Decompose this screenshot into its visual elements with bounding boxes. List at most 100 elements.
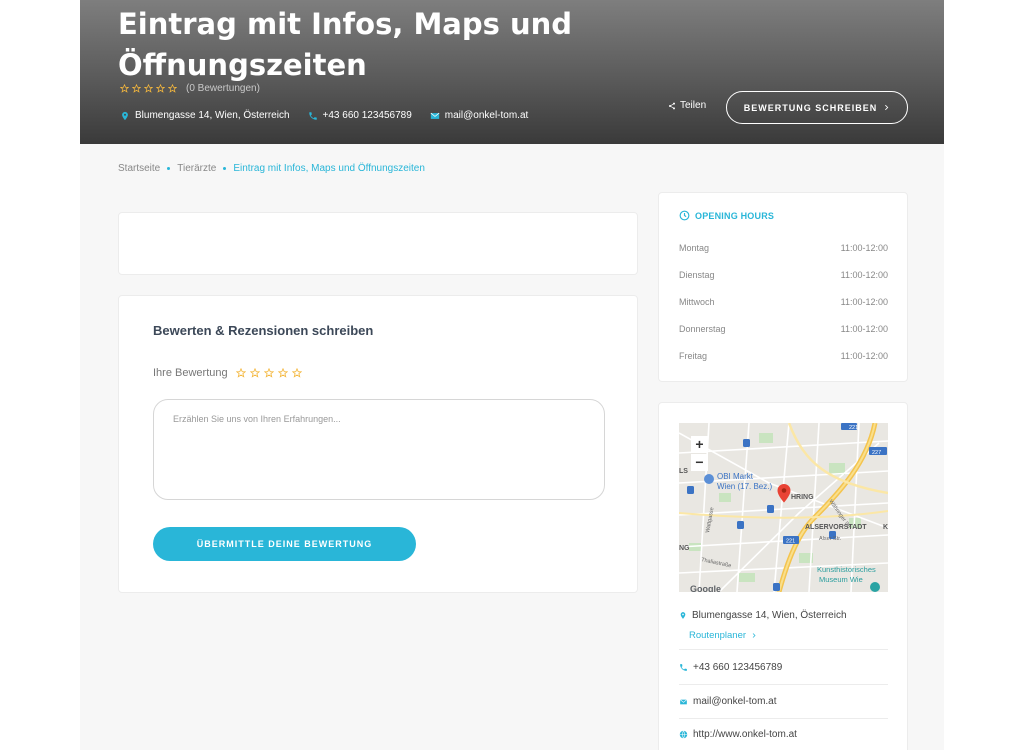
hours-row: Mittwoch 11:00-12:00 bbox=[679, 297, 888, 307]
clock-icon bbox=[679, 210, 690, 221]
hero-email-text: mail@onkel-tom.at bbox=[444, 110, 529, 121]
hours-day: Freitag bbox=[679, 351, 708, 361]
map-pin-icon bbox=[680, 612, 686, 619]
rating-count: (0 Bewertungen) bbox=[186, 83, 260, 94]
sidebar-email[interactable]: mail@onkel-tom.at bbox=[679, 696, 777, 707]
globe-icon bbox=[679, 730, 688, 739]
google-logo: Google bbox=[690, 584, 721, 592]
hours-day: Mittwoch bbox=[679, 297, 715, 307]
review-form-card: Bewerten & Rezensionen schreiben Ihre Be… bbox=[118, 295, 638, 593]
hero-email[interactable]: mail@onkel-tom.at bbox=[430, 110, 529, 121]
hours-time: 11:00-12:00 bbox=[840, 351, 888, 361]
map-label: HRING bbox=[791, 494, 814, 501]
hero-phone[interactable]: +43 660 123456789 bbox=[308, 110, 412, 121]
opening-hours-title: OPENING HOURS bbox=[695, 210, 775, 221]
page-title: Eintrag mit Infos, Maps und Öffnungszeit… bbox=[118, 7, 573, 82]
map-label: Wien (17. Bez.) bbox=[717, 482, 772, 491]
divider bbox=[679, 718, 888, 719]
map-zoom-out-button[interactable]: − bbox=[691, 454, 708, 471]
review-form-title: Bewerten & Rezensionen schreiben bbox=[153, 323, 374, 338]
write-review-button[interactable]: BEWERTUNG SCHREIBEN bbox=[726, 91, 908, 124]
sidebar-phone[interactable]: +43 660 123456789 bbox=[679, 662, 782, 673]
hours-row: Montag 11:00-12:00 bbox=[679, 243, 888, 253]
star-outline-icon bbox=[144, 84, 153, 93]
breadcrumb-home[interactable]: Startseite bbox=[118, 163, 160, 174]
star-rating-3-icon[interactable] bbox=[263, 368, 274, 378]
map-zoom-in-button[interactable]: + bbox=[691, 436, 708, 453]
map-label: Alser Str. bbox=[819, 536, 842, 542]
star-outline-icon bbox=[120, 84, 129, 93]
page-container: Eintrag mit Infos, Maps und Öffnungszeit… bbox=[80, 0, 944, 750]
map-label: K bbox=[883, 524, 888, 531]
breadcrumb-category[interactable]: Tierärzte bbox=[177, 163, 216, 174]
hours-time: 11:00-12:00 bbox=[840, 324, 888, 334]
map-label: LS bbox=[679, 468, 688, 475]
map-widget[interactable]: 221 227 221 OBI Markt Wien (17. Bez.) HR… bbox=[679, 423, 888, 592]
map-contact-card: 221 227 221 OBI Markt Wien (17. Bez.) HR… bbox=[658, 402, 908, 750]
star-rating-2-icon[interactable] bbox=[249, 368, 260, 378]
breadcrumb-separator bbox=[167, 167, 171, 170]
write-review-label: BEWERTUNG SCHREIBEN bbox=[743, 102, 878, 113]
submit-review-button[interactable]: ÜBERMITTLE DEINE BEWERTUNG bbox=[153, 527, 416, 561]
share-button[interactable]: Teilen bbox=[668, 100, 706, 111]
phone-icon bbox=[308, 111, 317, 120]
hero-phone-text: +43 660 123456789 bbox=[322, 110, 412, 121]
route-shield-label: 221 bbox=[786, 539, 795, 545]
hours-time: 11:00-12:00 bbox=[840, 270, 888, 280]
content-card bbox=[118, 212, 638, 275]
hours-day: Dienstag bbox=[679, 270, 715, 280]
sidebar-address-text: Blumengasse 14, Wien, Österreich bbox=[692, 610, 847, 621]
chevron-right-icon bbox=[752, 633, 756, 638]
star-rating-4-icon[interactable] bbox=[277, 368, 288, 378]
envelope-icon bbox=[679, 698, 688, 704]
hours-row: Freitag 11:00-12:00 bbox=[679, 351, 888, 361]
envelope-icon bbox=[430, 112, 440, 119]
hero-address-text: Blumengasse 14, Wien, Österreich bbox=[135, 110, 290, 121]
share-label: Teilen bbox=[680, 100, 707, 111]
breadcrumb-separator bbox=[223, 167, 227, 170]
chevron-right-icon bbox=[885, 104, 889, 111]
rating-input-label: Ihre Bewertung bbox=[153, 367, 228, 379]
breadcrumb: Startseite Tierärzte Eintrag mit Infos, … bbox=[118, 163, 425, 174]
hours-time: 11:00-12:00 bbox=[840, 297, 888, 307]
map-canvas: 221 227 221 OBI Markt Wien (17. Bez.) HR… bbox=[679, 423, 888, 592]
sidebar-email-text: mail@onkel-tom.at bbox=[693, 696, 777, 707]
phone-icon bbox=[680, 664, 687, 671]
map-label: Kunsthistorisches bbox=[817, 565, 876, 574]
listing-hero: Eintrag mit Infos, Maps und Öffnungszeit… bbox=[80, 0, 944, 144]
map-label: Museum Wie bbox=[819, 575, 863, 584]
sidebar-website[interactable]: http://www.onkel-tom.at bbox=[679, 729, 797, 740]
hours-row: Dienstag 11:00-12:00 bbox=[679, 270, 888, 280]
sidebar-website-text: http://www.onkel-tom.at bbox=[693, 729, 797, 740]
divider bbox=[679, 649, 888, 650]
route-planner-label: Routenplaner bbox=[689, 630, 747, 641]
hours-day: Montag bbox=[679, 243, 710, 253]
route-shield-label: 227 bbox=[872, 450, 881, 456]
map-pin-icon bbox=[122, 111, 128, 120]
sidebar-address: Blumengasse 14, Wien, Österreich bbox=[679, 610, 847, 621]
hours-day: Donnerstag bbox=[679, 324, 726, 334]
star-rating-5-icon[interactable] bbox=[291, 368, 302, 378]
hours-row: Donnerstag 11:00-12:00 bbox=[679, 324, 888, 334]
star-rating-1-icon[interactable] bbox=[235, 368, 246, 378]
star-outline-icon bbox=[132, 84, 141, 93]
sidebar-phone-text: +43 660 123456789 bbox=[693, 662, 783, 673]
hero-address[interactable]: Blumengasse 14, Wien, Österreich bbox=[120, 110, 290, 121]
map-label: ALSERVORSTADT bbox=[805, 524, 867, 531]
review-textarea[interactable] bbox=[153, 399, 605, 500]
hours-time: 11:00-12:00 bbox=[840, 243, 888, 253]
hero-contact-info: Blumengasse 14, Wien, Österreich +43 660… bbox=[120, 110, 528, 121]
route-shield-label: 221 bbox=[849, 425, 858, 431]
opening-hours-card: OPENING HOURS Montag 11:00-12:00 Diensta… bbox=[658, 192, 908, 382]
rating-input-row: Ihre Bewertung bbox=[153, 367, 302, 379]
map-label: NG bbox=[679, 545, 690, 552]
star-outline-icon bbox=[156, 84, 165, 93]
share-icon bbox=[669, 102, 675, 109]
divider bbox=[679, 684, 888, 685]
breadcrumb-current: Eintrag mit Infos, Maps und Öffnungszeit… bbox=[233, 163, 425, 174]
star-outline-icon bbox=[168, 84, 177, 93]
opening-hours-header: OPENING HOURS bbox=[679, 210, 774, 221]
map-label: OBI Markt bbox=[717, 472, 754, 481]
rating-summary: (0 Bewertungen) bbox=[120, 83, 260, 94]
route-planner-link[interactable]: Routenplaner bbox=[689, 630, 757, 641]
